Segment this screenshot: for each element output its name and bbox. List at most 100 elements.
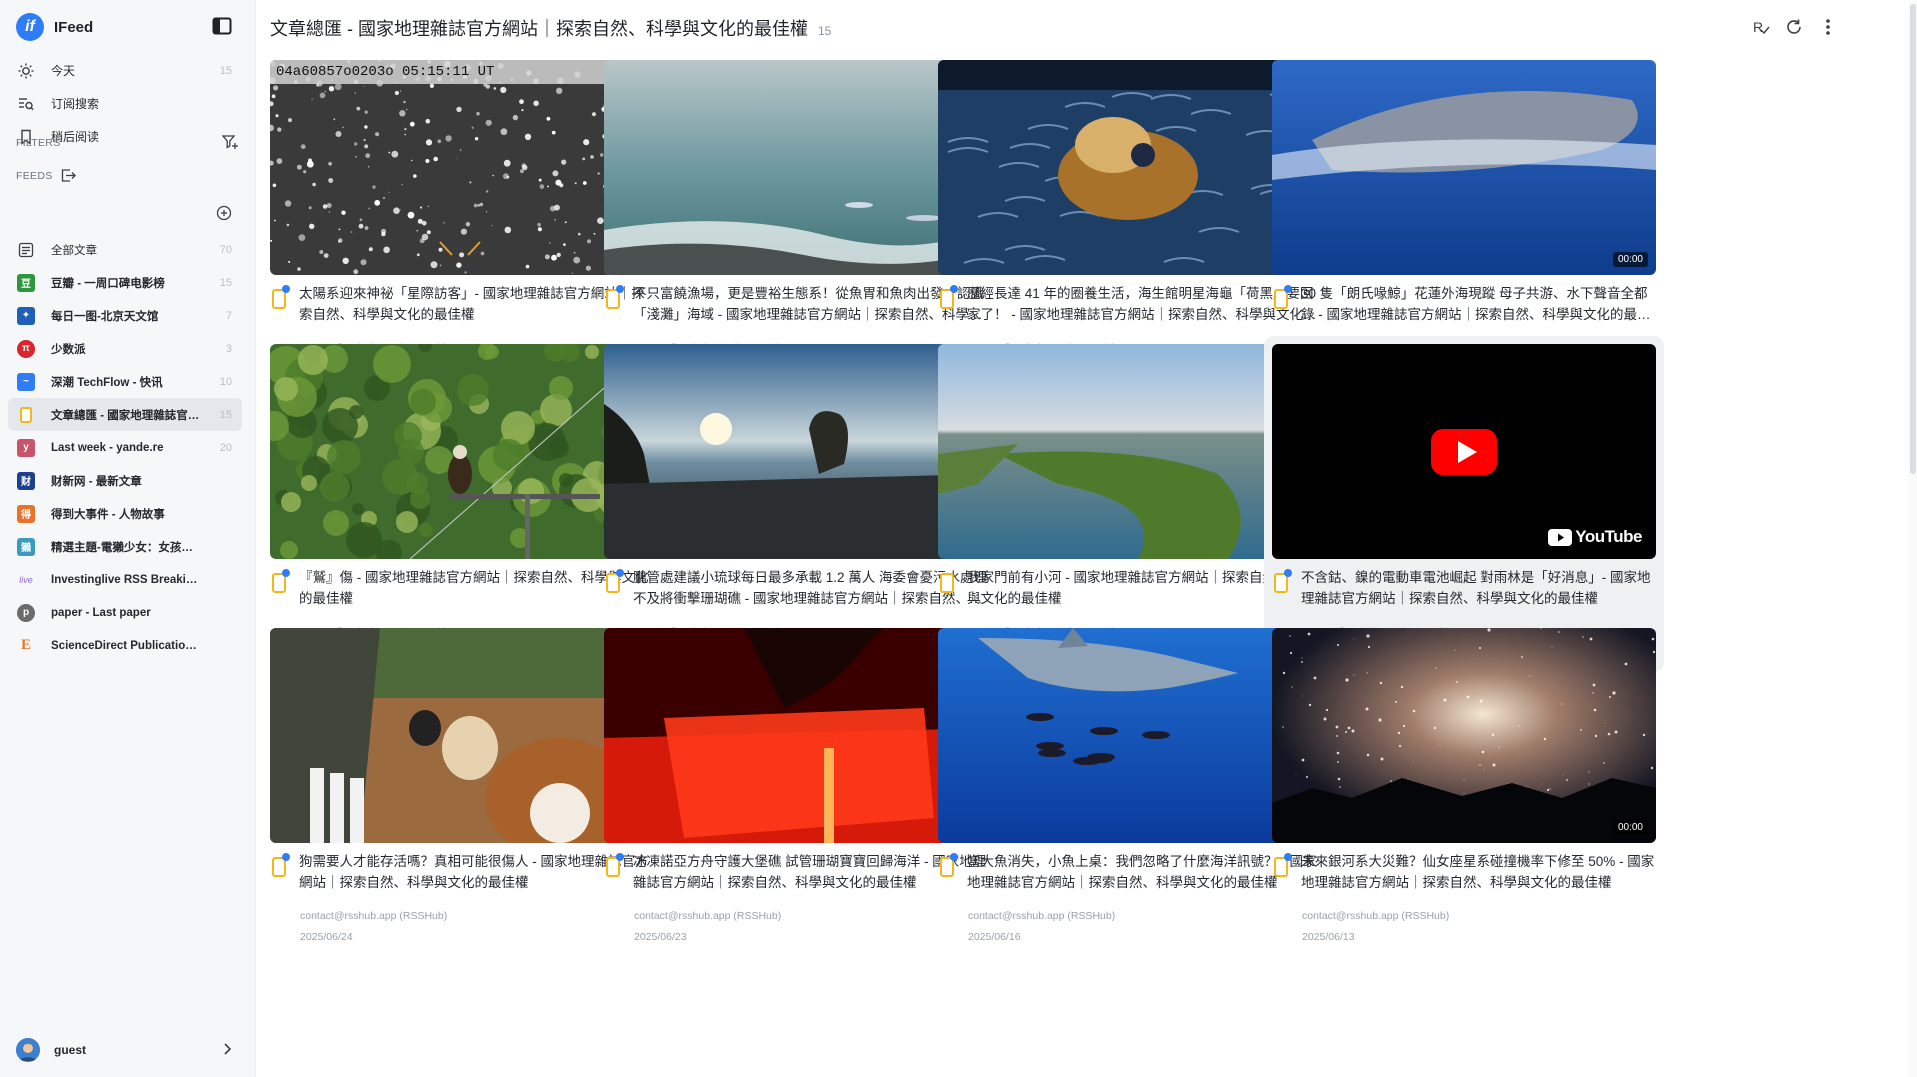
unread-dot xyxy=(616,285,624,293)
scrollbar-thumb[interactable] xyxy=(1910,4,1916,474)
feed-label: 得到大事件 - 人物故事 xyxy=(51,508,165,521)
feed-item[interactable]: 得 得到大事件 - 人物故事 xyxy=(8,497,242,530)
feed-badge-icon xyxy=(604,569,624,595)
article-title[interactable]: 未來銀河系大災難？仙女座星系碰撞機率下修至 50% - 國家地理雜誌官方網站｜探… xyxy=(1301,851,1656,895)
article-source: contact@rsshub.app (RSSHub) xyxy=(1302,910,1450,922)
sun-icon xyxy=(17,62,35,80)
feed-badge-icon xyxy=(1272,285,1292,311)
refresh-icon[interactable] xyxy=(1784,17,1804,37)
export-icon[interactable] xyxy=(61,169,76,182)
unread-dot xyxy=(616,853,624,861)
mark-read-icon[interactable]: R xyxy=(1751,17,1771,37)
feed-favicon-icon: E xyxy=(20,637,31,653)
feed-badge-icon xyxy=(1272,853,1292,879)
unread-dot xyxy=(1284,853,1292,861)
article-title[interactable]: 不含鈷、鎳的電動車電池崛起 對雨林是「好消息」- 國家地理雜誌官方網站｜探索自然… xyxy=(1301,567,1656,611)
feed-unread-count: 20 xyxy=(219,441,232,454)
article-count: 15 xyxy=(818,24,832,38)
article-card[interactable]: 00:00 未來銀河系大災難？仙女座星系碰撞機率下修至 50% - 國家地理雜誌官… xyxy=(1264,620,1664,956)
feed-favicon-icon: π xyxy=(17,339,35,358)
unread-dot xyxy=(282,569,290,577)
feed-item[interactable]: live Investinglive RSS Breaking News xyxy=(8,563,242,596)
feed-label: 深潮 TechFlow - 快讯 xyxy=(51,376,163,389)
article-thumbnail[interactable]: YouTube xyxy=(1272,344,1656,559)
feed-unread-count: 7 xyxy=(225,309,232,322)
feed-unread-count: 3 xyxy=(225,342,232,355)
feed-badge-icon xyxy=(604,285,624,311)
feed-item[interactable]: ✦ 每日一图-北京天文馆 7 xyxy=(8,299,242,332)
feed-badge-icon xyxy=(938,569,955,595)
add-feed-icon[interactable] xyxy=(216,205,232,226)
nav-item-subscribe-search[interactable]: 订阅搜索 xyxy=(8,87,242,120)
article-thumbnail[interactable]: 00:00 xyxy=(1272,628,1656,843)
feed-favicon-icon: ~ xyxy=(17,372,35,391)
feed-item[interactable]: 文章總匯 - 國家地理雜誌官方網站｜探索自然、科學與文化的最佳權 15 xyxy=(8,398,242,431)
unread-dot xyxy=(616,569,624,577)
avatar xyxy=(16,1038,40,1062)
article-title-row: 不含鈷、鎳的電動車電池崛起 對雨林是「好消息」- 國家地理雜誌官方網站｜探索自然… xyxy=(1272,567,1656,611)
feed-label: 少数派 xyxy=(51,343,86,356)
feed-item[interactable]: p paper - Last paper xyxy=(8,596,242,629)
youtube-logo: YouTube xyxy=(1548,527,1642,547)
feed-badge-icon xyxy=(270,569,290,595)
page-title: 文章總匯 - 國家地理雜誌官方網站｜探索自然、科學與文化的最佳權 15 xyxy=(270,15,831,41)
feed-badge-icon xyxy=(938,853,958,879)
feed-item[interactable]: ~ 深潮 TechFlow - 快讯 10 xyxy=(8,365,242,398)
search-list-icon xyxy=(17,95,35,113)
feed-badge-icon xyxy=(1272,569,1292,595)
app-logo-icon: if xyxy=(16,13,44,41)
feed-badge-icon xyxy=(938,285,958,311)
feed-label: 每日一图-北京天文馆 xyxy=(51,310,159,323)
nav-item-today[interactable]: 今天 15 xyxy=(8,54,242,87)
feed-item[interactable]: 豆 豆瓣 - 一周口碑电影榜 15 xyxy=(8,266,242,299)
feed-badge-icon xyxy=(270,853,290,879)
article-title-row: 30 隻「朗氏喙鯨」花蓮外海現蹤 母子共游、水下聲音全都錄 - 國家地理雜誌官方… xyxy=(1272,283,1656,327)
add-filter-icon[interactable] xyxy=(221,134,238,155)
feed-label: paper - Last paper xyxy=(51,606,151,619)
brand[interactable]: if IFeed xyxy=(16,13,93,41)
nav-label: 今天 xyxy=(51,64,76,78)
feed-label: Investinglive RSS Breaking News xyxy=(51,573,201,586)
feed-favicon-icon: ✦ xyxy=(17,306,35,325)
unread-dot xyxy=(1284,569,1292,577)
article-thumbnail[interactable]: 00:00 xyxy=(1272,60,1656,275)
video-duration: 00:00 xyxy=(1612,252,1648,267)
sidebar-toggle-icon[interactable] xyxy=(212,17,232,35)
scrollbar[interactable] xyxy=(1908,0,1917,1077)
feed-badge-icon xyxy=(270,285,290,311)
article-date: 2025/06/13 xyxy=(1302,931,1355,943)
nav-label: 订阅搜索 xyxy=(51,97,100,111)
feed-unread-count: 15 xyxy=(219,276,232,289)
feed-favicon-icon xyxy=(17,241,35,259)
feed-item[interactable]: 獺 精選主題-電獺少女：女孩的科技日常 xyxy=(8,530,242,563)
app-name: IFeed xyxy=(54,18,94,36)
feed-label: 文章總匯 - 國家地理雜誌官方網站｜探索自然、科學與文化的最佳權 xyxy=(51,409,201,422)
feeds-heading: FEEDS xyxy=(16,169,76,182)
user-menu[interactable]: guest xyxy=(16,1038,238,1062)
nav-count: 15 xyxy=(219,64,232,77)
feed-item[interactable]: y Last week - yande.re 20 xyxy=(8,431,242,464)
feed-label: 财新网 - 最新文章 xyxy=(51,475,142,488)
feed-unread-count: 15 xyxy=(219,408,232,421)
feed-favicon-icon: live xyxy=(19,574,33,585)
feed-favicon-icon: 财 xyxy=(17,471,35,490)
article-meta: contact@rsshub.app (RSSHub) 2025/06/13 xyxy=(1302,906,1656,948)
unread-dot xyxy=(950,853,958,861)
article-title[interactable]: 30 隻「朗氏喙鯨」花蓮外海現蹤 母子共游、水下聲音全都錄 - 國家地理雜誌官方… xyxy=(1301,283,1656,327)
feed-unread-count: 70 xyxy=(219,243,232,256)
unread-dot xyxy=(1284,285,1292,293)
sidebar: if IFeed 今天 15 订阅搜索 稍后阅读 FILTERS FEEDS 全… xyxy=(0,0,256,1077)
feed-item[interactable]: 财 财新网 - 最新文章 xyxy=(8,464,242,497)
feed-favicon-icon: 豆 xyxy=(17,273,35,292)
unread-dot xyxy=(282,853,290,861)
feed-favicon-icon: y xyxy=(17,438,35,457)
svg-text:R: R xyxy=(1753,19,1763,35)
feed-item[interactable]: π 少数派 3 xyxy=(8,332,242,365)
feed-label: 全部文章 xyxy=(51,244,97,257)
feed-item[interactable]: E ScienceDirect Publication: Environmenta… xyxy=(8,629,242,662)
content-header: 文章總匯 - 國家地理雜誌官方網站｜探索自然、科學與文化的最佳權 15 R xyxy=(256,0,1917,54)
more-options-icon[interactable] xyxy=(1818,17,1838,37)
unread-dot xyxy=(950,285,958,293)
feed-item[interactable]: 全部文章 70 xyxy=(8,233,242,266)
feed-favicon-icon: 得 xyxy=(17,504,35,523)
